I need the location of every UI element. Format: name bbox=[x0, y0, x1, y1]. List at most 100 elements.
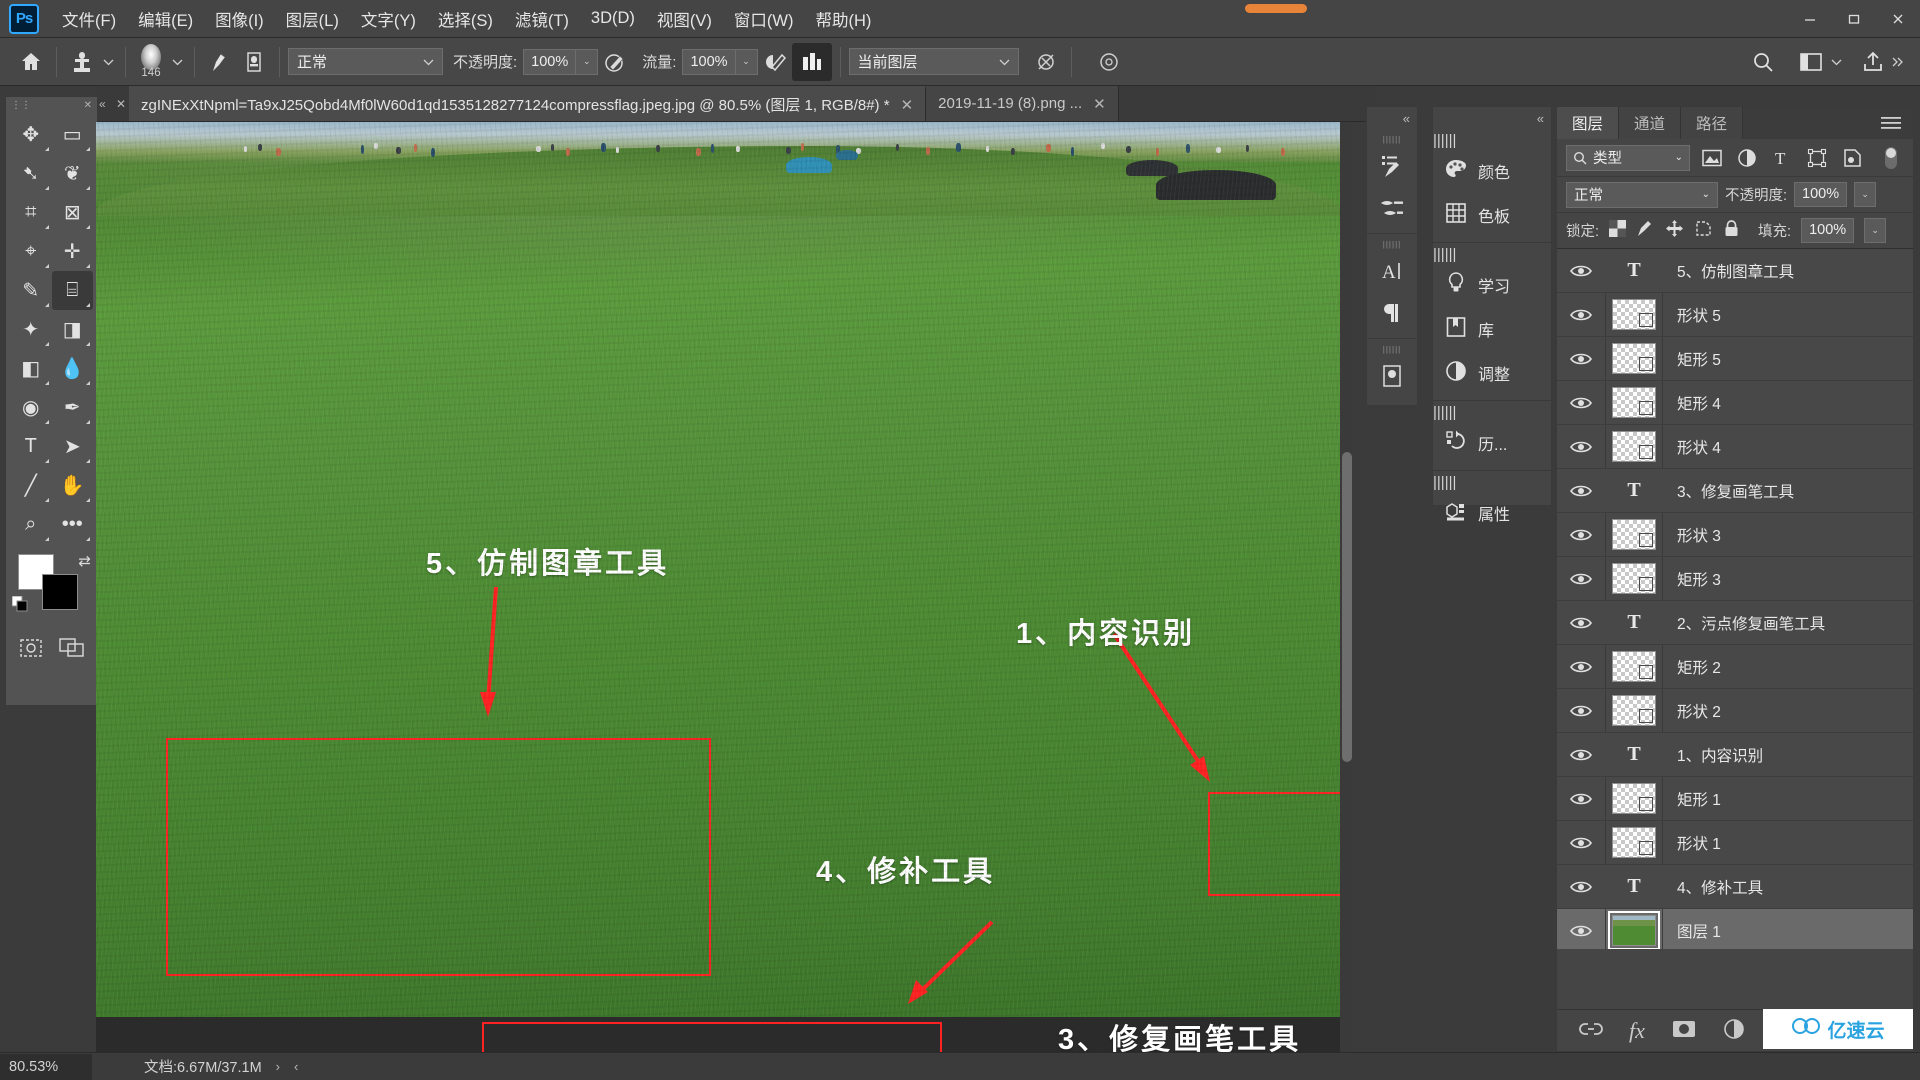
panel-rail-grip-icon[interactable]: |||||| bbox=[1433, 246, 1551, 263]
history-brush-tool[interactable]: ✦ bbox=[10, 310, 52, 349]
arrange-documents-icon[interactable] bbox=[1794, 45, 1828, 79]
symmetry-icon[interactable] bbox=[791, 42, 832, 81]
shape-filter-icon[interactable] bbox=[1804, 145, 1830, 171]
layer-visibility-icon[interactable] bbox=[1557, 527, 1605, 543]
opacity-caret-icon[interactable]: ⌄ bbox=[576, 48, 599, 75]
panel-rail-grip-icon[interactable]: |||||| bbox=[1433, 132, 1551, 149]
pressure-opacity-icon[interactable] bbox=[598, 45, 632, 79]
clone-stamp-tool[interactable]: ⌸ bbox=[51, 271, 93, 310]
layer-style-icon[interactable]: fx bbox=[1629, 1018, 1645, 1044]
layer-row[interactable]: 矩形 5 bbox=[1557, 337, 1913, 381]
layer-row[interactable]: T 5、仿制图章工具 bbox=[1557, 249, 1913, 293]
menu-item-1[interactable]: 编辑(E) bbox=[127, 3, 204, 35]
search-icon[interactable] bbox=[1746, 45, 1780, 79]
layer-visibility-icon[interactable] bbox=[1557, 747, 1605, 763]
panel-rail-collapse-button[interactable]: « bbox=[1433, 107, 1551, 129]
canvas-vertical-scroll-thumb[interactable] bbox=[1342, 452, 1352, 762]
layer-visibility-icon[interactable] bbox=[1557, 791, 1605, 807]
layer-row[interactable]: 矩形 3 bbox=[1557, 557, 1913, 601]
icon-rail-collapse-button[interactable]: « bbox=[1367, 107, 1417, 129]
panel-rail-item-学习[interactable]: 学习 bbox=[1433, 263, 1551, 307]
clone-stamp-icon[interactable] bbox=[65, 45, 99, 79]
home-icon[interactable] bbox=[14, 45, 48, 79]
blur-tool[interactable]: 💧 bbox=[52, 349, 94, 388]
character-icon[interactable]: A bbox=[1367, 250, 1417, 292]
move-tool[interactable]: ✥ bbox=[10, 115, 52, 154]
panel-rail-item-色板[interactable]: 色板 bbox=[1433, 193, 1551, 237]
canvas-area[interactable]: 5、仿制图章工具1、内容识别2、4、修补工具3、修复画笔工具 bbox=[96, 122, 1354, 1052]
opacity-value[interactable]: 100% bbox=[523, 48, 577, 75]
layer-row[interactable]: 矩形 2 bbox=[1557, 645, 1913, 689]
layer-row[interactable]: 图层 1 bbox=[1557, 909, 1913, 949]
layer-visibility-icon[interactable] bbox=[1557, 659, 1605, 675]
menu-item-3[interactable]: 图层(L) bbox=[275, 3, 350, 35]
frame-tool[interactable]: ⊠ bbox=[52, 193, 94, 232]
object-selection-tool[interactable]: ❦ bbox=[52, 154, 94, 193]
menu-item-6[interactable]: 滤镜(T) bbox=[504, 3, 580, 35]
menu-item-5[interactable]: 选择(S) bbox=[427, 3, 504, 35]
menu-item-0[interactable]: 文件(F) bbox=[51, 3, 127, 35]
lock-position-icon[interactable] bbox=[1665, 219, 1684, 242]
dodge-tool[interactable]: ◉ bbox=[10, 388, 52, 427]
layers-panel-tab-0[interactable]: 图层 bbox=[1557, 107, 1620, 139]
line-tool[interactable]: ╱ bbox=[10, 466, 52, 505]
minimize-button[interactable] bbox=[1788, 0, 1832, 38]
layer-row[interactable]: 形状 2 bbox=[1557, 689, 1913, 733]
tab-close-all-icon[interactable]: ✕ bbox=[116, 97, 126, 111]
tool-preset-caret-icon[interactable] bbox=[99, 45, 117, 79]
path-selection-tool[interactable]: ➤ bbox=[52, 427, 94, 466]
menu-item-10[interactable]: 帮助(H) bbox=[804, 3, 882, 35]
document-tab-1[interactable]: 2019-11-19 (8).png ... ✕ bbox=[926, 86, 1119, 121]
rail-grip-icon-2[interactable]: |||||| bbox=[1367, 238, 1417, 250]
filter-toggle[interactable] bbox=[1878, 145, 1904, 171]
default-colors-icon[interactable] bbox=[11, 595, 28, 612]
quick-mask-icon[interactable] bbox=[10, 628, 52, 667]
airbrush-icon[interactable] bbox=[758, 45, 792, 79]
new-adjustment-layer-icon[interactable] bbox=[1723, 1018, 1745, 1044]
pressure-size-icon[interactable] bbox=[1092, 45, 1126, 79]
pen-tool[interactable]: ✒ bbox=[52, 388, 94, 427]
layer-visibility-icon[interactable] bbox=[1557, 923, 1605, 939]
panel-menu-icon[interactable] bbox=[1869, 107, 1913, 139]
menu-item-2[interactable]: 图像(I) bbox=[204, 3, 275, 35]
rail-grip-icon-3[interactable]: |||||| bbox=[1367, 343, 1417, 355]
zoom-level-field[interactable]: 80.53% bbox=[0, 1053, 92, 1080]
layer-visibility-icon[interactable] bbox=[1557, 395, 1605, 411]
layer-row[interactable]: T 2、污点修复画笔工具 bbox=[1557, 601, 1913, 645]
layer-visibility-icon[interactable] bbox=[1557, 483, 1605, 499]
tabbar-collapse[interactable]: « ✕ bbox=[96, 86, 129, 121]
menu-item-4[interactable]: 文字(Y) bbox=[350, 3, 427, 35]
maximize-button[interactable] bbox=[1832, 0, 1876, 38]
layer-row[interactable]: 形状 5 bbox=[1557, 293, 1913, 337]
layer-mask-icon[interactable] bbox=[1671, 1019, 1697, 1043]
menu-item-9[interactable]: 窗口(W) bbox=[723, 3, 805, 35]
clone-source-panel-icon[interactable] bbox=[237, 45, 271, 79]
status-expand-icon[interactable]: › bbox=[276, 1059, 280, 1074]
collapse-chevron-icon[interactable]: « bbox=[99, 97, 106, 111]
toolbox-close-icon[interactable]: ✕ bbox=[84, 100, 92, 111]
layer-visibility-icon[interactable] bbox=[1557, 307, 1605, 323]
layer-row[interactable]: 形状 4 bbox=[1557, 425, 1913, 469]
layer-list[interactable]: T 5、仿制图章工具 形状 5 矩形 5 矩形 4 形状 4 T 3、修复画笔工具 形状 3 矩形… bbox=[1557, 249, 1913, 949]
type-filter-icon[interactable]: T bbox=[1769, 145, 1795, 171]
toolbox-grip[interactable]: ⋮⋮ ✕ bbox=[6, 97, 97, 113]
document-tab-close-icon[interactable]: ✕ bbox=[1093, 95, 1106, 113]
edit-toolbar-tool[interactable]: ••• bbox=[52, 505, 94, 544]
layer-row[interactable]: T 1、内容识别 bbox=[1557, 733, 1913, 777]
opacity-stepper[interactable]: 100% ⌄ bbox=[523, 48, 599, 75]
panel-rail-item-库[interactable]: 库 bbox=[1433, 307, 1551, 351]
filter-caret-icon[interactable]: ⌄ bbox=[1675, 152, 1683, 163]
sample-select[interactable]: 当前图层 bbox=[848, 48, 1019, 75]
layers-panel-tab-2[interactable]: 路径 bbox=[1681, 107, 1744, 139]
zoom-tool[interactable]: ⌕ bbox=[10, 505, 52, 544]
brush-settings-panel-icon[interactable] bbox=[203, 45, 237, 79]
horizontal-type-tool[interactable]: T bbox=[10, 427, 52, 466]
panel-rail-item-历...[interactable]: 历... bbox=[1433, 421, 1551, 465]
fill-value[interactable]: 100% bbox=[1801, 218, 1855, 243]
lock-artboard-icon[interactable] bbox=[1694, 219, 1713, 242]
filter-type-select[interactable]: 类型 ⌄ bbox=[1566, 144, 1690, 171]
document-image[interactable]: 5、仿制图章工具1、内容识别2、4、修补工具3、修复画笔工具 bbox=[96, 122, 1354, 1052]
gradient-tool[interactable]: ◧ bbox=[10, 349, 52, 388]
layer-visibility-icon[interactable] bbox=[1557, 571, 1605, 587]
brush-tool[interactable]: ✎ bbox=[10, 271, 52, 310]
